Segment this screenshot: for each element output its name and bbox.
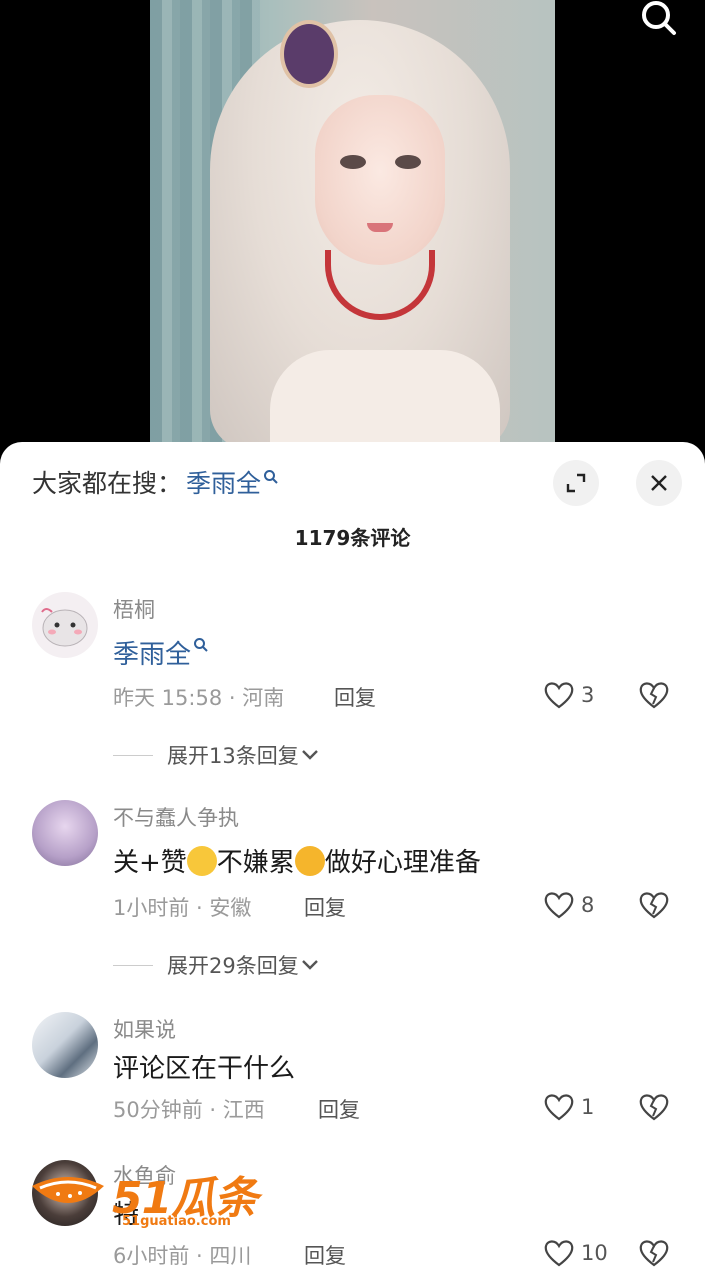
like-button[interactable]: 10 — [543, 1238, 608, 1268]
like-button[interactable]: 3 — [543, 680, 594, 710]
comment-meta: 1小时前 · 安徽 — [113, 896, 252, 920]
comment-text: 特 — [113, 1200, 140, 1230]
reply-button[interactable]: 回复 — [304, 1240, 346, 1270]
chevron-down-icon — [301, 960, 318, 970]
video-frame-image — [150, 0, 555, 450]
hot-search-term[interactable]: 季雨全 — [186, 464, 261, 500]
heart-icon — [544, 892, 574, 919]
broken-heart-icon — [639, 682, 669, 709]
white-bodice — [270, 350, 500, 450]
hot-search-label: 大家都在搜： — [32, 469, 183, 498]
comment-username[interactable]: 不与蠢人争执 — [113, 802, 239, 832]
avatar[interactable] — [32, 800, 98, 866]
close-icon — [651, 475, 667, 491]
search-mini-icon — [264, 470, 278, 484]
like-count: 3 — [581, 683, 595, 707]
comment-meta: 6小时前 · 四川 — [113, 1244, 252, 1268]
comment-time: 1小时前 — [113, 896, 190, 920]
like-button[interactable]: 8 — [543, 890, 594, 920]
avatar[interactable] — [32, 592, 98, 658]
comment-text-part: 做好心理准备 — [324, 848, 481, 878]
hot-search-bar[interactable]: 大家都在搜： 季雨全 — [32, 464, 279, 500]
dislike-button[interactable] — [638, 890, 670, 924]
comment-meta: 50分钟前 · 江西 — [113, 1098, 265, 1122]
laughing-crying-emoji-icon — [186, 846, 217, 876]
expand-icon — [566, 473, 586, 493]
reply-button[interactable]: 回复 — [318, 1094, 360, 1124]
divider-line — [113, 964, 153, 966]
comment-text-part: 关+赞 — [113, 848, 187, 878]
expand-replies-label: 展开13条回复 — [167, 744, 299, 768]
comment-username[interactable]: 水鱼俞 — [113, 1160, 176, 1190]
divider-line — [113, 754, 153, 756]
crying-emoji-icon — [294, 846, 325, 876]
broken-heart-icon — [639, 1094, 669, 1121]
like-count: 8 — [581, 893, 595, 917]
chevron-down-icon — [301, 750, 318, 760]
close-button[interactable] — [636, 460, 682, 506]
comment-text-part: 不嫌累 — [216, 848, 295, 878]
dislike-button[interactable] — [638, 1092, 670, 1126]
lips — [367, 223, 393, 232]
comment-location: 四川 — [209, 1244, 252, 1268]
avatar[interactable] — [32, 1012, 98, 1078]
comment-count-title: 1179条评论 — [294, 526, 411, 550]
comments-sheet: 大家都在搜： 季雨全 1179条评论 梧桐 季雨全 昨天 15:58 · 河南 … — [0, 442, 705, 1280]
video-area[interactable] — [0, 0, 705, 450]
like-count: 10 — [581, 1241, 608, 1265]
heart-icon — [544, 1240, 574, 1267]
search-mini-icon — [194, 638, 208, 652]
comment-meta: 昨天 15:58 · 河南 — [113, 686, 285, 710]
broken-heart-icon — [639, 1240, 669, 1267]
face-shape — [315, 95, 445, 265]
like-button[interactable]: 1 — [543, 1092, 594, 1122]
expand-button[interactable] — [553, 460, 599, 506]
comment-location: 安徽 — [209, 896, 252, 920]
reply-button[interactable]: 回复 — [304, 892, 346, 922]
expand-replies-label: 展开29条回复 — [167, 954, 299, 978]
expand-replies-button[interactable]: 展开29条回复 — [113, 950, 321, 980]
heart-icon — [544, 1094, 574, 1121]
comment-time: 6小时前 — [113, 1244, 190, 1268]
dislike-button[interactable] — [638, 680, 670, 714]
comment-text-link[interactable]: 季雨全 — [113, 634, 209, 671]
comment-text: 评论区在干什么 — [113, 1054, 296, 1084]
comment-text: 季雨全 — [113, 640, 192, 670]
reply-button[interactable]: 回复 — [334, 682, 376, 712]
search-icon[interactable] — [636, 0, 684, 38]
comment-location: 河南 — [242, 686, 285, 710]
comment-time: 50分钟前 — [113, 1098, 203, 1122]
comment-text: 关+赞 不嫌累 做好心理准备 — [113, 842, 481, 879]
dislike-button[interactable] — [638, 1238, 670, 1272]
comment-username[interactable]: 梧桐 — [113, 594, 155, 624]
like-count: 1 — [581, 1095, 595, 1119]
broken-heart-icon — [639, 892, 669, 919]
expand-replies-button[interactable]: 展开13条回复 — [113, 740, 321, 770]
heart-icon — [544, 682, 574, 709]
comment-username[interactable]: 如果说 — [113, 1014, 176, 1044]
comment-location: 江西 — [222, 1098, 265, 1122]
right-eye — [395, 155, 421, 169]
left-eye — [340, 155, 366, 169]
hair-ornament — [280, 20, 338, 88]
avatar[interactable] — [32, 1160, 98, 1226]
comment-time: 昨天 15:58 — [113, 686, 223, 710]
